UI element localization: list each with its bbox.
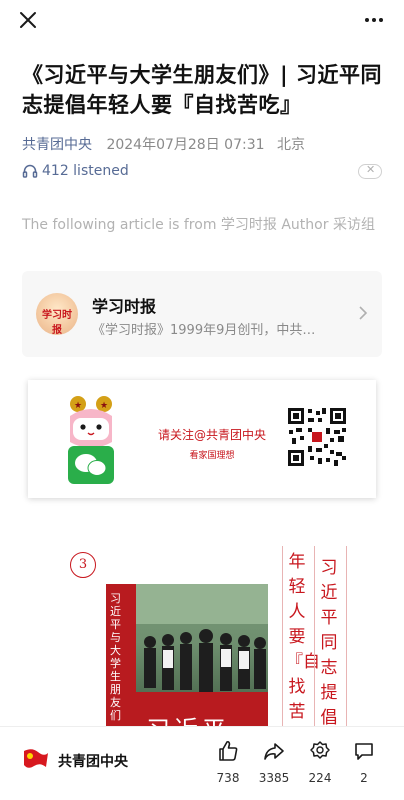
svg-text:★: ★	[100, 401, 108, 411]
divider	[282, 546, 283, 730]
youth-league-flag-icon[interactable]	[22, 747, 50, 771]
poster-text-col2: 习近平同志提倡	[320, 558, 338, 728]
follow-banner: ★ ★ 请关注@共青团中央 看家国理想	[28, 380, 376, 498]
svg-text:★: ★	[74, 401, 82, 411]
share-icon	[264, 743, 284, 760]
publish-date: 2024年07月28日 07:31	[106, 137, 265, 153]
close-icon	[20, 12, 36, 28]
listen-row: 412 listened ✕	[22, 162, 382, 182]
divider	[314, 546, 315, 730]
wow-button[interactable]: 224	[296, 737, 344, 793]
listen-dismiss-button[interactable]: ✕	[358, 163, 382, 179]
account-link[interactable]: 共青团中央	[22, 137, 92, 153]
book-title-vertical: 习近平与大学生朋友们	[110, 592, 121, 722]
chevron-right-icon	[359, 306, 368, 320]
close-icon: ✕	[366, 163, 376, 176]
thumbs-up-icon	[219, 740, 238, 761]
share-button[interactable]: 3385	[250, 737, 298, 793]
source-account-desc: 《学习时报》1999年9月创刊，中共…	[92, 323, 316, 338]
book-cover-photo	[136, 584, 268, 730]
article-meta: 共青团中央 2024年07月28日 07:31 北京	[22, 134, 392, 154]
group-photo-figures	[136, 584, 268, 730]
source-note: The following article is from 学习时报 Autho…	[22, 217, 375, 233]
headphones-icon	[22, 164, 38, 178]
article-title: 《习近平与大学生朋友们》| 习近平同志提倡年轻人要『自找苦吃』	[22, 63, 382, 117]
avatar-logo-text: 学习时报	[42, 310, 72, 335]
poster-text-col1: 年轻人要『自找苦吃	[286, 552, 320, 747]
wow-icon	[310, 741, 330, 759]
listened-count[interactable]: 412 listened	[42, 163, 129, 179]
more-button[interactable]	[362, 8, 386, 32]
comment-button[interactable]: 2	[340, 737, 388, 793]
source-account-name: 学习时报	[92, 297, 157, 316]
avatar: 学习时报	[36, 293, 78, 335]
like-button[interactable]: 738	[204, 737, 252, 793]
comment-count: 2	[360, 771, 368, 785]
close-button[interactable]	[16, 8, 40, 32]
source-account-card[interactable]: 学习时报 学习时报 《学习时报》1999年9月创刊，中共…	[22, 271, 382, 357]
wow-count: 224	[308, 771, 332, 785]
top-bar	[0, 0, 404, 40]
follow-sub-text: 看家国理想	[189, 451, 235, 461]
comment-icon	[355, 743, 373, 760]
more-icon	[365, 18, 383, 22]
section-number: 3	[70, 552, 96, 578]
qr-code-icon	[286, 406, 348, 468]
mascot-icon: ★ ★	[68, 396, 114, 484]
divider	[346, 546, 347, 730]
like-count: 738	[216, 771, 240, 785]
book-cover-image: 习近平与大学生朋友们 习近平	[106, 584, 268, 730]
publish-location: 北京	[276, 137, 305, 153]
share-count: 3385	[258, 771, 290, 785]
follow-cta-text: 请关注@共青团中央	[157, 428, 266, 442]
book-poster: 3 习近平与大学生朋友们 习近平 年轻人要『自找苦 习近平同志提倡	[64, 546, 364, 747]
bottom-bar: 共青团中央 738 3385 224 2	[0, 726, 404, 800]
bottom-account-name[interactable]: 共青团中央	[58, 751, 128, 771]
